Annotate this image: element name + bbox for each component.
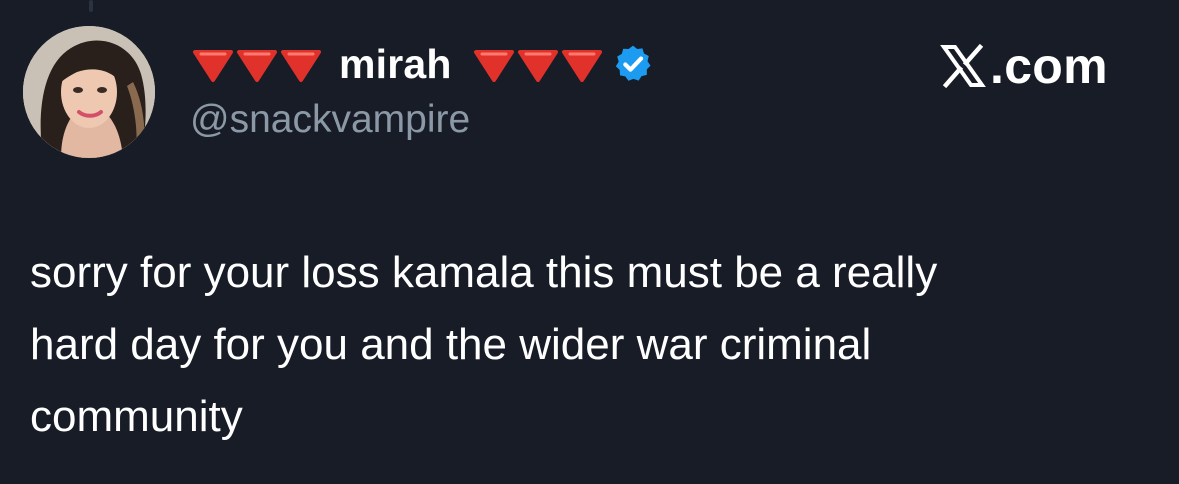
red-triangle-down-icon (279, 44, 323, 84)
post-text-line: hard day for you and the wider war crimi… (30, 320, 872, 369)
post-card[interactable]: mirah @snackvampire .com sorry for your … (0, 0, 1179, 484)
verified-badge-icon[interactable] (612, 43, 654, 85)
avatar[interactable] (23, 26, 155, 158)
red-triangle-down-icon (191, 44, 235, 84)
author-handle[interactable]: @snackvampire (190, 97, 470, 143)
x-logo-icon (940, 43, 986, 89)
thread-connector-line (89, 0, 93, 12)
brand-domain-label: .com (990, 38, 1108, 94)
brand-watermark: .com (940, 38, 1108, 94)
author-name-row[interactable]: mirah (191, 40, 654, 88)
red-triangle-down-icon (235, 44, 279, 84)
red-triangle-down-icon (516, 44, 560, 84)
post-text-line: community (30, 392, 243, 441)
red-triangle-down-icon (472, 44, 516, 84)
author-display-name[interactable]: mirah (339, 40, 452, 88)
post-body-text: sorry for your loss kamala this must be … (30, 237, 1140, 453)
post-text-line: sorry for your loss kamala this must be … (30, 248, 938, 297)
avatar-photo (23, 26, 155, 158)
red-triangle-down-icon (560, 44, 604, 84)
